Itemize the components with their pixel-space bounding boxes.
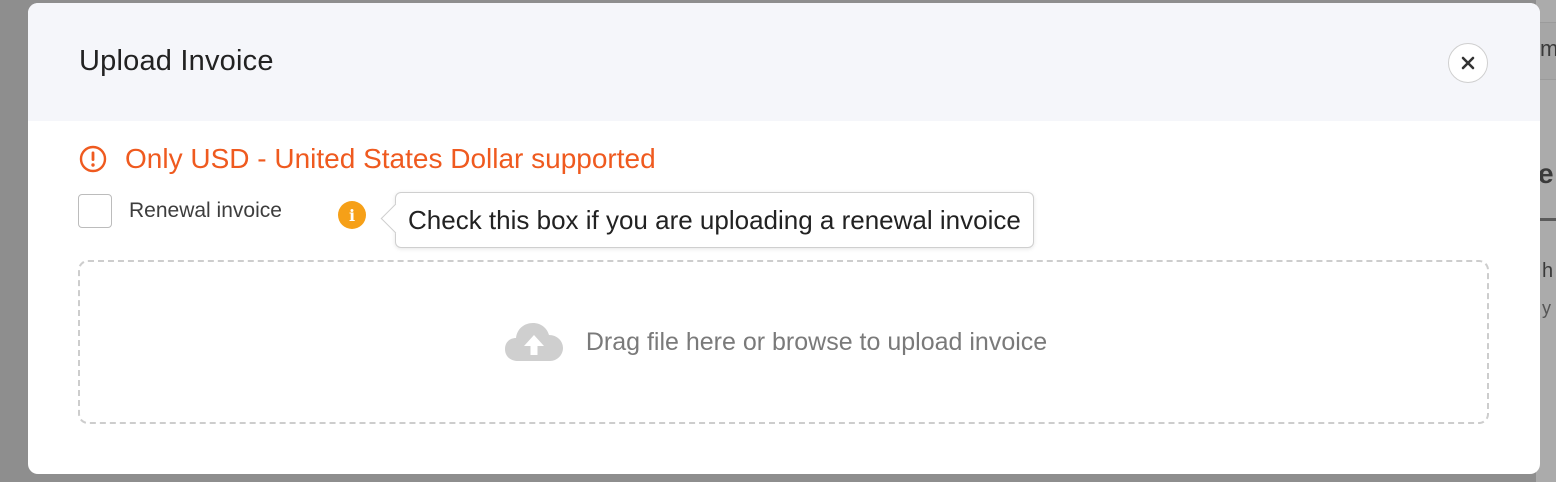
renewal-invoice-row: Renewal invoice xyxy=(78,194,282,228)
background-text: h xyxy=(1542,260,1554,282)
cloud-upload-icon xyxy=(504,323,563,361)
dropzone-content: Drag file here or browse to upload invoi… xyxy=(504,321,1047,363)
modal-header: Upload Invoice xyxy=(28,3,1540,121)
close-button[interactable] xyxy=(1448,43,1488,83)
renewal-tooltip: Check this box if you are uploading a re… xyxy=(380,192,1034,248)
tooltip-arrow xyxy=(380,203,411,234)
warning-text: Only USD - United States Dollar supporte… xyxy=(125,143,656,174)
upload-invoice-modal: Upload Invoice Only USD - United States … xyxy=(28,3,1540,474)
background-text: m xyxy=(1540,36,1556,61)
close-icon xyxy=(1461,56,1475,70)
dropzone-text: Drag file here or browse to upload invoi… xyxy=(585,327,1048,356)
currency-warning: Only USD - United States Dollar supporte… xyxy=(79,143,656,175)
renewal-invoice-label[interactable]: Renewal invoice xyxy=(129,199,282,223)
background-heading: e xyxy=(1538,158,1554,189)
invoice-dropzone[interactable]: Drag file here or browse to upload invoi… xyxy=(78,260,1489,424)
tooltip-text: Check this box if you are uploading a re… xyxy=(408,204,1021,235)
exclamation-circle-icon xyxy=(79,145,107,173)
info-icon[interactable]: i xyxy=(338,201,366,229)
background-text: y xyxy=(1542,298,1551,318)
renewal-invoice-checkbox[interactable] xyxy=(78,194,112,228)
modal-title: Upload Invoice xyxy=(79,45,274,77)
